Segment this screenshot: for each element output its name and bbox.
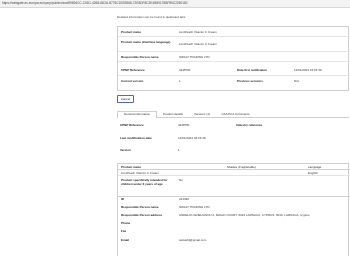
column-header-product-name: Product name <box>121 164 142 169</box>
tab-ca-lpca-comments[interactable]: CA/LPCA Comments <box>216 111 255 118</box>
version-value: 1 <box>178 148 180 152</box>
table-row: LionPeach Vitamin C Cream English <box>118 170 350 176</box>
tabs-info-notice: Detailed information can be found in ded… <box>117 14 186 19</box>
responsible-person-label: Responsible Person name <box>121 54 159 59</box>
general-cpnp-reference-label: CPNP Reference <box>120 123 144 127</box>
general-row-version: Version 1 <box>117 145 349 156</box>
tab-product-details[interactable]: Product details <box>158 111 188 118</box>
cancel-button[interactable]: Cancel <box>117 95 134 103</box>
id-label: ID <box>121 197 124 201</box>
email-label: Email <box>121 237 130 242</box>
rp-address-label: Responsible Person address <box>121 212 163 217</box>
product-names-section: Product name Shades (if applicable) Lang… <box>117 163 350 256</box>
children-under-3-label: Product specifically intended for childr… <box>121 178 168 186</box>
industry-reference-label: Industry reference <box>236 123 263 127</box>
summary-row-cpnp-reference: CPNP Reference 4448781 Date first notifi… <box>118 65 350 76</box>
previous-versions-value: N/A <box>294 79 300 83</box>
product-name-label: Product name <box>121 29 142 34</box>
column-header-shades: Shades (if applicable) <box>227 164 256 169</box>
tab-general-information[interactable]: General information <box>117 111 157 118</box>
general-row-last-modification: Last modification date 12/01/2024 04:15:… <box>117 133 349 144</box>
summary-row-responsible-person: Responsible Person name SWALT TRADING LT… <box>118 52 350 62</box>
rp-name-value: SWALT TRADING LTD <box>179 205 210 209</box>
detail-tabs: General information Product details Vers… <box>117 111 349 118</box>
date-first-notification-label: Date first notification <box>237 68 268 72</box>
email-value: swlsiofd@gmail.com <box>179 237 207 242</box>
product-name-value: LionPeach Vitamin C Cream <box>179 29 217 34</box>
product-name-interface-value: LionPeach Vitamin C Cream <box>179 42 217 46</box>
responsible-person-value: SWALT TRADING LTD <box>179 54 210 59</box>
general-cpnp-reference-value: 4448781 <box>178 123 190 127</box>
product-name-interface-label: Product name (interface language) <box>121 40 171 44</box>
last-modification-value: 12/01/2024 04:15:39 <box>178 136 206 140</box>
rp-name-label: Responsible Person name <box>121 205 159 209</box>
product-summary-panel: Product name LionPeach Vitamin C Cream P… <box>117 26 350 91</box>
general-row-cpnp-reference: CPNP Reference 4448781 Industry referenc… <box>117 120 349 131</box>
general-information-panel: CPNP Reference 4448781 Industry referenc… <box>117 120 350 256</box>
tab-versions[interactable]: Versions (1) <box>189 111 215 118</box>
cpnp-reference-value: 4448781 <box>179 68 191 72</box>
rp-address-value: ANDELOU ENELIANOU 2, MAGIC COURT, 6016 L… <box>179 212 310 217</box>
date-first-notification-value: 12/01/2024 15:15:39 <box>294 68 322 72</box>
summary-row-product-name: Product name LionPeach Vitamin C Cream <box>118 27 350 37</box>
browser-address-bar[interactable]: https://webgate.ec.europa.eu/cpnp/public… <box>0 0 350 8</box>
phone-label: Phone <box>121 221 131 225</box>
fax-label: Fax <box>121 229 127 233</box>
id-value: 241392 <box>179 197 190 201</box>
children-under-3-value: No <box>179 178 183 182</box>
cpnp-reference-label: CPNP Reference <box>121 68 145 72</box>
column-header-language: Language <box>308 164 322 169</box>
language-cell: English <box>308 170 318 175</box>
url-text[interactable]: https://webgate.ec.europa.eu/cpnp/public… <box>2 1 188 6</box>
summary-row-current-version: Current version 1 Previous versions N/A <box>118 76 350 87</box>
current-version-label: Current version <box>121 79 144 83</box>
last-modification-label: Last modification date <box>120 136 152 140</box>
current-version-value: 1 <box>179 79 181 83</box>
previous-versions-label: Previous versions <box>237 79 263 83</box>
product-name-cell: LionPeach Vitamin C Cream <box>121 170 159 175</box>
version-label: Version <box>120 148 131 152</box>
summary-row-product-name-interface: Product name (interface language) LionPe… <box>118 37 350 52</box>
details-separator <box>118 196 350 197</box>
